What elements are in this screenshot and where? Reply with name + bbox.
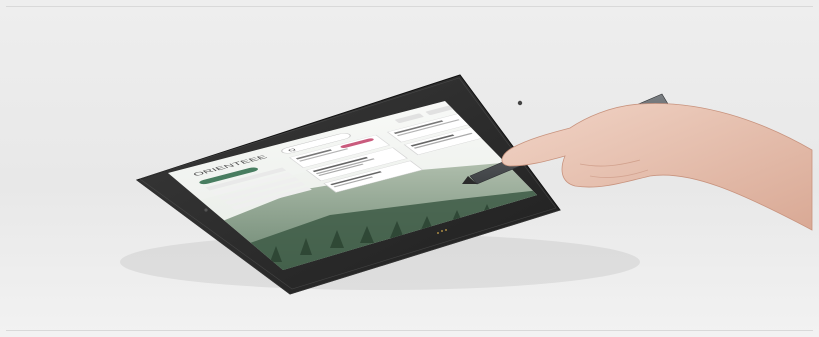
photo-scene: ORIENTEEE Q [0, 0, 819, 337]
home-button [517, 100, 523, 106]
scene-illustration: ORIENTEEE Q [120, 74, 813, 295]
camera-dot [204, 208, 208, 212]
